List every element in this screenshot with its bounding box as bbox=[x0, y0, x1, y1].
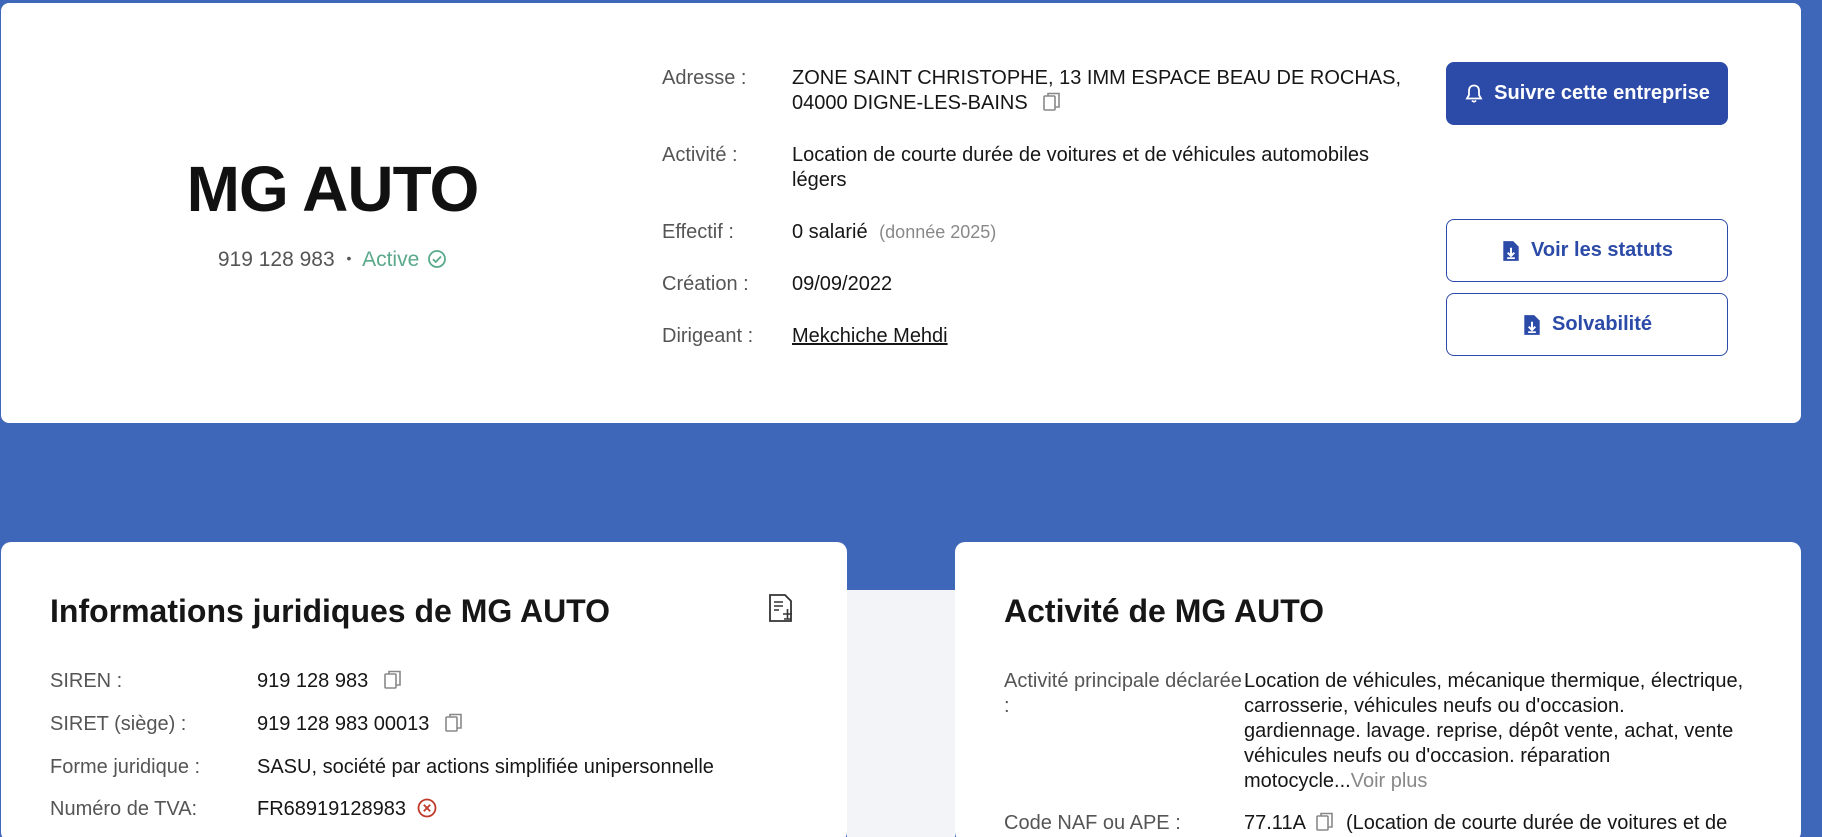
effectif-value: 0 salarié bbox=[792, 221, 868, 243]
bell-icon bbox=[1465, 84, 1483, 103]
juridique-title: Informations juridiques de MG AUTO bbox=[50, 593, 611, 629]
solvabilite-button[interactable]: Solvabilité bbox=[1446, 293, 1728, 356]
voir-plus-link[interactable]: Voir plus bbox=[1351, 770, 1428, 792]
view-statuts-button[interactable]: Voir les statuts bbox=[1446, 219, 1728, 282]
dirigeant-link[interactable]: Mekchiche Mehdi bbox=[792, 325, 948, 347]
naf-label: Code NAF ou APE : bbox=[1004, 812, 1181, 834]
x-circle-icon bbox=[417, 798, 436, 818]
creation-row: Création : 09/09/2022 bbox=[662, 272, 1402, 297]
siret-value[interactable]: 919 128 983 00013 bbox=[257, 713, 429, 735]
file-download-icon bbox=[1524, 314, 1540, 335]
activite-title: Activité de MG AUTO bbox=[1004, 593, 1325, 629]
activity-row: Activité : Location de courte durée de v… bbox=[662, 143, 1402, 193]
company-siren: 919 128 983 bbox=[217, 248, 335, 271]
address-row: Adresse : ZONE SAINT CHRISTOPHE, 13 IMM … bbox=[662, 66, 1402, 116]
dirigeant-row: Dirigeant : Mekchiche Mehdi bbox=[662, 324, 1402, 349]
copy-icon[interactable] bbox=[1316, 812, 1334, 832]
naf-row: Code NAF ou APE : 77.11A (Location de co… bbox=[1004, 811, 1744, 836]
tva-row: Numéro de TVA: FR68919128983 bbox=[50, 797, 438, 822]
effectif-note: (donnée 2025) bbox=[879, 222, 997, 242]
follow-button-label: Suivre cette entreprise bbox=[1494, 82, 1710, 104]
copy-icon[interactable] bbox=[1043, 92, 1061, 112]
document-scale-icon[interactable] bbox=[765, 592, 797, 624]
file-download-icon bbox=[1503, 240, 1519, 261]
activity-value: Location de courte durée de voitures et … bbox=[792, 144, 1370, 191]
siret-label: SIRET (siège) : bbox=[50, 713, 187, 735]
naf-description: (Location de courte durée de voitures et… bbox=[1345, 812, 1728, 834]
address-value: ZONE SAINT CHRISTOPHE, 13 IMM ESPACE BEA… bbox=[792, 66, 1402, 116]
solvabilite-button-label: Solvabilité bbox=[1551, 313, 1653, 335]
company-subtitle: 919 128 983 • Active bbox=[0, 248, 665, 272]
tva-value: FR68919128983 bbox=[257, 798, 407, 820]
dirigeant-label: Dirigeant : bbox=[662, 325, 754, 347]
siret-row: SIRET (siège) : 919 128 983 00013 bbox=[50, 712, 463, 737]
company-name: MG AUTO bbox=[186, 153, 480, 225]
status-label: Active bbox=[362, 248, 420, 271]
address-line1[interactable]: ZONE SAINT CHRISTOPHE, 13 IMM ESPACE BEA… bbox=[792, 66, 1402, 91]
activity-label: Activité : bbox=[662, 144, 738, 166]
address-line2[interactable]: 04000 DIGNE-LES-BAINS bbox=[792, 92, 1028, 114]
follow-company-button[interactable]: Suivre cette entreprise bbox=[1446, 62, 1728, 125]
section-gap bbox=[847, 590, 955, 837]
separator-dot: • bbox=[346, 250, 352, 266]
effectif-row: Effectif : 0 salarié (donnée 2025) bbox=[662, 220, 1402, 245]
siren-label: SIREN : bbox=[50, 670, 123, 692]
check-circle-icon bbox=[428, 250, 447, 268]
tva-label: Numéro de TVA: bbox=[50, 798, 198, 820]
copy-icon[interactable] bbox=[445, 713, 463, 733]
copy-icon[interactable] bbox=[383, 670, 402, 690]
activite-principale-value: Location de véhicules, mécanique thermiq… bbox=[1244, 670, 1744, 792]
creation-value: 09/09/2022 bbox=[792, 273, 893, 295]
company-details: Adresse : ZONE SAINT CHRISTOPHE, 13 IMM … bbox=[662, 66, 1402, 376]
address-label: Adresse : bbox=[662, 67, 747, 89]
activite-principale-row: Activité principale déclarée : Location … bbox=[1004, 669, 1744, 794]
status-badge: Active bbox=[362, 248, 447, 271]
forme-label: Forme juridique : bbox=[50, 756, 201, 778]
siren-row: SIREN : 919 128 983 bbox=[50, 669, 402, 694]
activite-principale-label: Activité principale déclarée : bbox=[1004, 670, 1242, 717]
forme-value: SASU, société par actions simplifiée uni… bbox=[257, 756, 714, 778]
effectif-label: Effectif : bbox=[662, 221, 734, 243]
creation-label: Création : bbox=[662, 273, 749, 295]
statuts-button-label: Voir les statuts bbox=[1531, 239, 1673, 261]
siren-value[interactable]: 919 128 983 bbox=[257, 670, 368, 692]
naf-value[interactable]: 77.11A bbox=[1244, 812, 1305, 834]
forme-row: Forme juridique : SASU, société par acti… bbox=[50, 755, 714, 780]
